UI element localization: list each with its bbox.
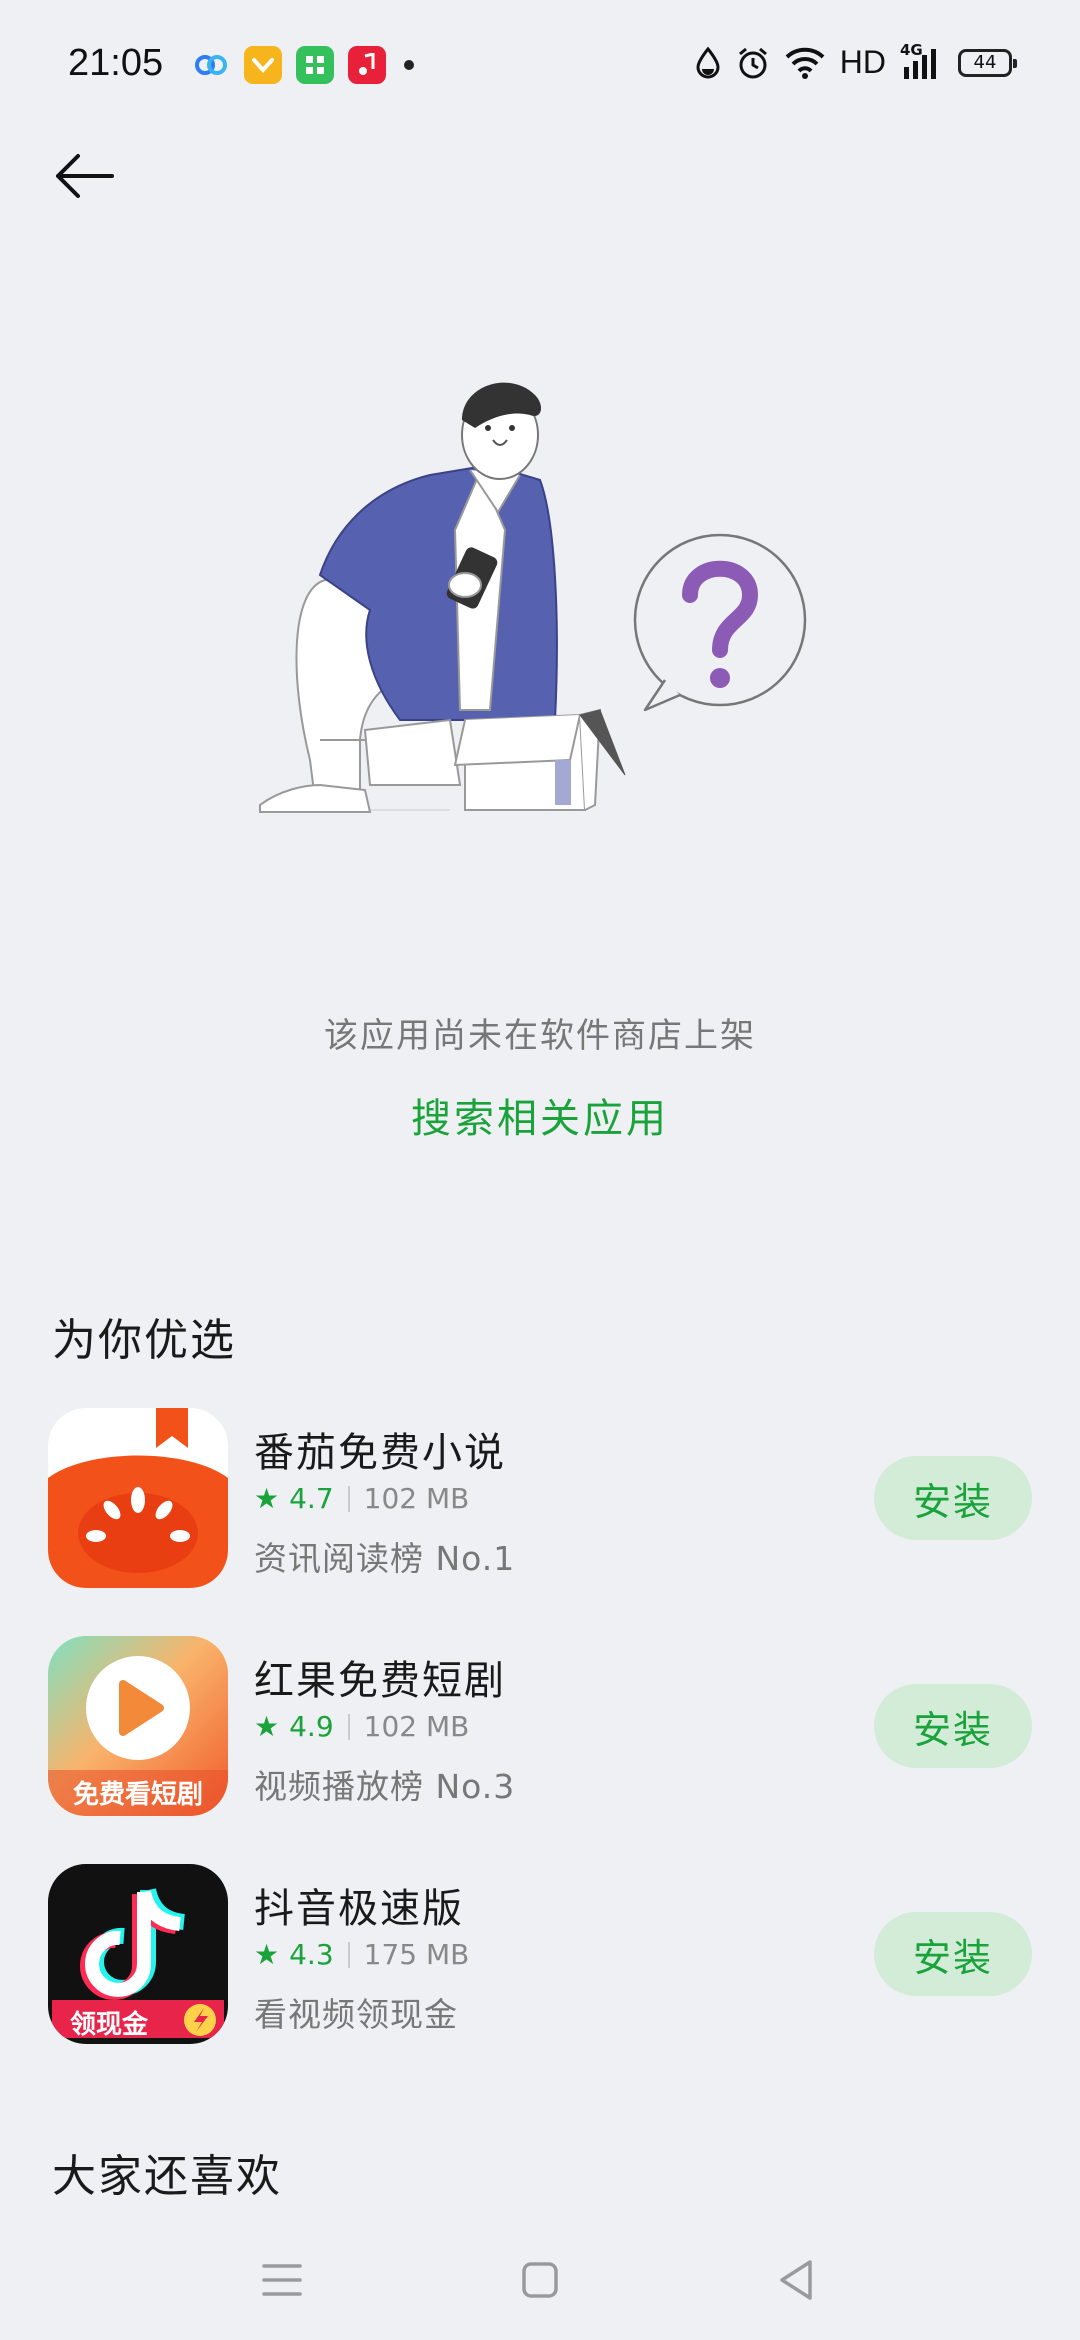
star-icon: ★: [254, 1710, 280, 1743]
app-name: 抖音极速版: [254, 1886, 464, 1932]
app-rating: 4.3: [289, 1938, 334, 1971]
system-navigation-bar: [0, 2220, 1080, 2330]
star-icon: ★: [254, 1482, 280, 1515]
app-size: 175 MB: [363, 1938, 470, 1971]
battery-level: 44: [973, 52, 997, 73]
app-size: 102 MB: [363, 1710, 470, 1743]
menu-icon: [262, 2264, 302, 2296]
meta-divider: [347, 1713, 350, 1740]
fanqie-novel-icon: [48, 1408, 228, 1588]
battery-icon: 44: [958, 48, 1017, 77]
alarm-icon: [738, 47, 767, 78]
app-name: 番茄免费小说: [254, 1430, 506, 1476]
install-button[interactable]: 安装: [874, 1456, 1032, 1540]
more-notifications-dot: [404, 60, 414, 70]
baidu-netdisk-icon: [192, 46, 230, 84]
app-size: 102 MB: [363, 1482, 470, 1515]
app-rating: 4.9: [289, 1710, 334, 1743]
app-row-fanqie-novel[interactable]: 番茄免费小说 ★ 4.7 102 MB 资讯阅读榜 No.1 安装: [48, 1408, 1032, 1590]
app-description: 视频播放榜 No.3: [254, 1767, 516, 1806]
notification-icons: [192, 46, 414, 84]
app-meta: ★ 4.3 175 MB: [254, 1938, 469, 1971]
signal-icon: 4G: [900, 41, 944, 81]
back-button[interactable]: [48, 140, 120, 212]
app-description: 资讯阅读榜 No.1: [254, 1539, 516, 1578]
wifi-icon: [785, 47, 825, 79]
app-rating: 4.7: [289, 1482, 334, 1515]
recent-apps-button[interactable]: [252, 2250, 312, 2310]
empty-state-illustration: [250, 380, 830, 880]
icon-caption: 领现金: [70, 2010, 149, 2040]
music-app-icon: [348, 46, 386, 84]
home-button[interactable]: [510, 2250, 570, 2310]
square-icon: [522, 2262, 558, 2298]
also-like-section-title: 大家还喜欢: [52, 2151, 282, 2202]
system-icons: HD 4G 44: [694, 41, 1017, 81]
app-meta: ★ 4.7 102 MB: [254, 1482, 469, 1515]
network-label: HD: [839, 44, 886, 80]
back-nav-button[interactable]: [766, 2250, 826, 2310]
app-row-hongguo-drama[interactable]: 免费看短剧 红果免费短剧 ★ 4.9 102 MB 视频播放榜 No.3 安装: [48, 1636, 1032, 1818]
star-icon: ★: [254, 1938, 280, 1971]
meta-divider: [347, 1941, 350, 1968]
app-description: 看视频领现金: [254, 1995, 458, 2034]
install-button[interactable]: 安装: [874, 1684, 1032, 1768]
green-app-icon: [296, 46, 334, 84]
empty-state-message: 该应用尚未在软件商店上架: [324, 1016, 756, 1056]
coupon-app-icon: [244, 46, 282, 84]
app-meta: ★ 4.9 102 MB: [254, 1710, 469, 1743]
douyin-lite-icon: 领现金: [48, 1864, 228, 2044]
app-name: 红果免费短剧: [254, 1658, 506, 1704]
data-saver-icon: [696, 46, 720, 78]
status-bar: 21:05 HD 4G 44: [0, 0, 1080, 130]
install-button[interactable]: 安装: [874, 1912, 1032, 1996]
recommended-section-title: 为你优选: [52, 1315, 236, 1366]
triangle-back-icon: [780, 2260, 812, 2300]
search-related-apps-link[interactable]: 搜索相关应用: [0, 1086, 1080, 1144]
app-row-douyin-lite[interactable]: 领现金 抖音极速版 ★ 4.3 175 MB 看视频领现金 安装: [48, 1864, 1032, 2046]
icon-caption: 免费看短剧: [72, 1780, 203, 1810]
arrow-left-icon: [56, 154, 114, 198]
hongguo-drama-icon: 免费看短剧: [48, 1636, 228, 1816]
status-time: 21:05: [68, 42, 164, 84]
meta-divider: [347, 1485, 350, 1512]
